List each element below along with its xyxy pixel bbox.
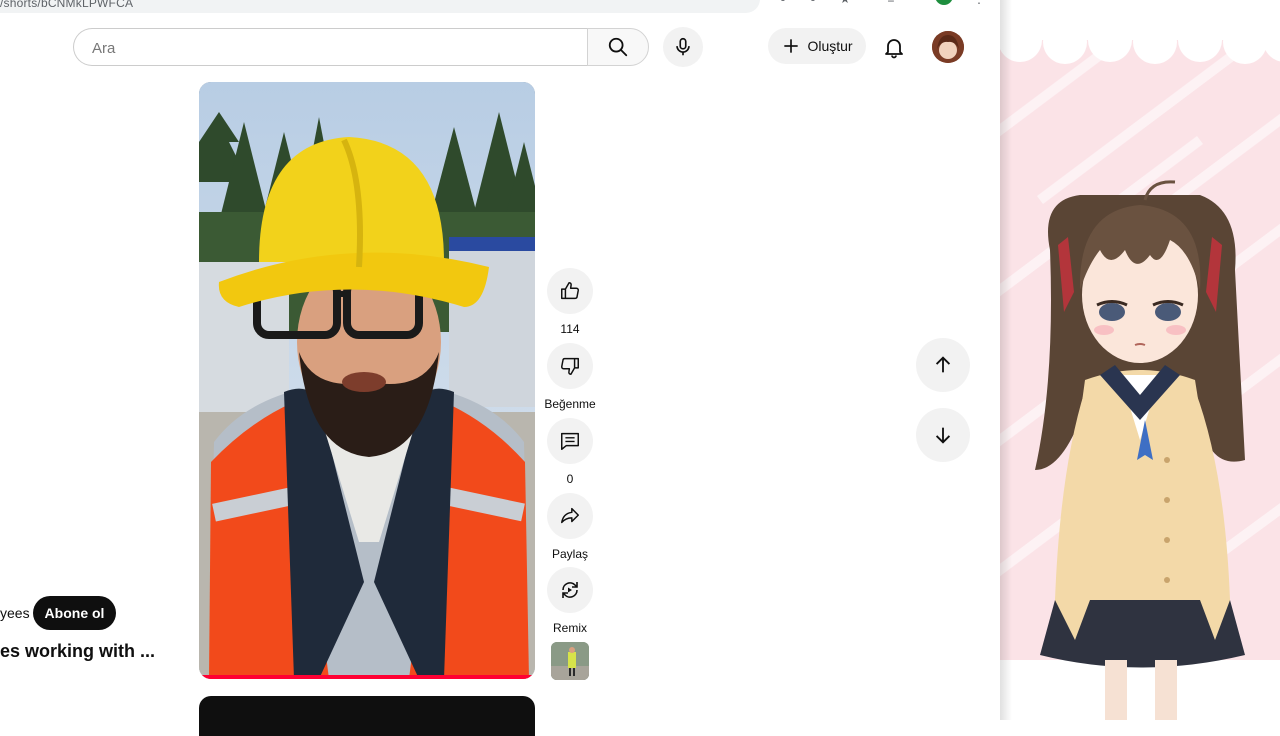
bell-icon — [885, 39, 903, 59]
short-title[interactable]: es working with ... — [0, 641, 155, 662]
vtuber-avatar-illustration — [1000, 0, 1280, 720]
short-video-player[interactable] — [199, 82, 535, 679]
panel-divider — [1000, 0, 1012, 720]
remix-action: Remix — [547, 567, 593, 635]
share-action: Paylaş — [547, 493, 593, 561]
user-avatar[interactable] — [932, 31, 964, 63]
remix-button[interactable] — [547, 567, 593, 613]
next-short-button[interactable] — [916, 408, 970, 462]
search-input[interactable] — [90, 29, 574, 67]
browser-profile-avatar[interactable] — [935, 0, 953, 5]
like-count: 114 — [560, 322, 580, 336]
browser-toolbar: /shorts/bCNMkLPWFCA ▪ ▪ ★ ≡ ⋮ — [0, 0, 1000, 14]
comment-button[interactable] — [547, 418, 593, 464]
search-icon — [608, 37, 628, 57]
previous-short-button[interactable] — [916, 338, 970, 392]
microphone-icon — [676, 37, 690, 56]
video-frame — [199, 82, 535, 679]
remix-label: Remix — [552, 621, 587, 635]
plus-icon — [784, 39, 799, 53]
dislike-action: Beğenme — [544, 343, 596, 411]
channel-name[interactable]: yees — [0, 605, 30, 621]
like-action: 114 — [547, 268, 593, 336]
comment-icon — [561, 432, 579, 450]
search-box — [73, 28, 588, 67]
browser-menu-icon[interactable]: ⋮ — [972, 0, 986, 5]
subscribe-button[interactable]: Abone ol — [33, 596, 116, 630]
arrow-down-icon — [935, 427, 951, 444]
dislike-label: Beğenme — [544, 397, 596, 411]
create-button-label: Oluştur — [807, 38, 853, 54]
translate-icon[interactable]: ▪ — [776, 0, 790, 5]
bookmark-star-icon[interactable]: ★ — [838, 0, 852, 5]
like-button[interactable] — [547, 268, 593, 314]
thumbs-up-icon — [561, 282, 579, 300]
share-button[interactable] — [547, 493, 593, 539]
sound-thumbnail[interactable] — [551, 642, 589, 680]
remix-icon — [562, 582, 578, 598]
next-short-preview[interactable] — [199, 696, 535, 736]
dislike-button[interactable] — [547, 343, 593, 389]
arrow-up-icon — [935, 356, 951, 373]
vtuber-overlay — [1000, 0, 1280, 720]
share-icon — [561, 507, 579, 524]
thumbs-down-icon — [561, 357, 579, 375]
share-label: Paylaş — [551, 547, 589, 561]
address-bar-url: /shorts/bCNMkLPWFCA — [0, 0, 134, 10]
voice-search-button[interactable] — [663, 27, 703, 67]
cast-icon[interactable]: ▪ — [806, 0, 820, 5]
search-button[interactable] — [587, 28, 649, 66]
comment-action: 0 — [547, 418, 593, 486]
comment-count: 0 — [566, 472, 574, 486]
reading-list-icon[interactable]: ≡ — [884, 0, 898, 5]
create-button[interactable]: Oluştur — [768, 28, 866, 64]
notifications-button[interactable] — [874, 27, 914, 67]
